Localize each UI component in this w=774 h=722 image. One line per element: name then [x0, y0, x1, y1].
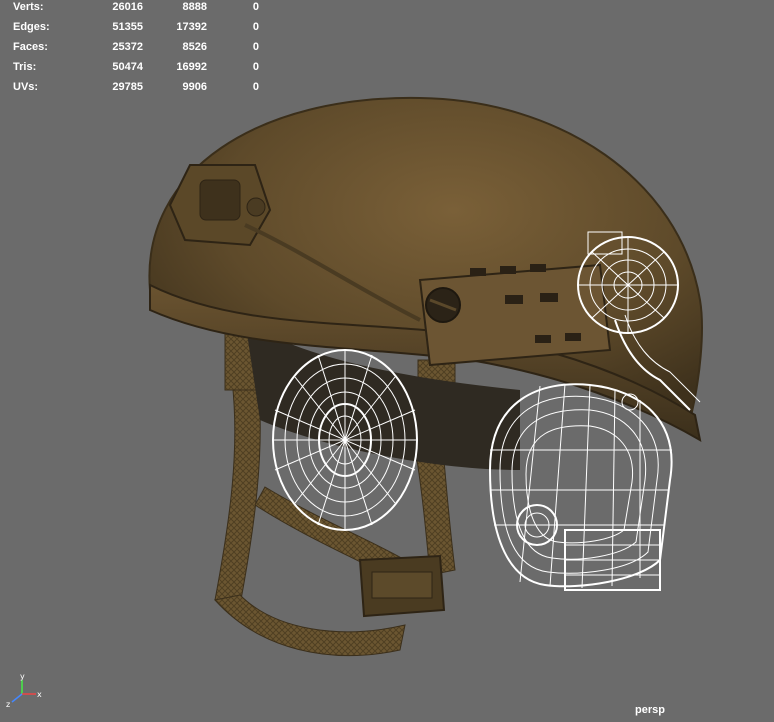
hud-value-components: 0	[252, 61, 259, 73]
hud-value-selected: 9906	[182, 81, 207, 93]
hud-label: UVs:	[13, 81, 39, 93]
axis-label-z: z	[6, 700, 10, 709]
left-ear-cup-wireframe	[272, 349, 418, 531]
hud-value-scene: 50474	[112, 61, 143, 73]
hud-value-selected: 8888	[182, 1, 207, 13]
hud-label: Tris:	[13, 61, 37, 73]
hud-value-scene: 51355	[112, 21, 143, 33]
hud-value-selected: 16992	[176, 61, 207, 73]
hud-value-components: 0	[252, 1, 259, 13]
hud-value-scene: 26016	[112, 1, 143, 13]
hud-value-selected: 17392	[176, 21, 207, 33]
helmet-model[interactable]	[0, 0, 774, 722]
view-axis-indicator: y x z	[6, 674, 42, 709]
hud-value-components: 0	[252, 21, 259, 33]
hud-label: Edges:	[13, 21, 50, 33]
hud-value-scene: 25372	[112, 41, 143, 53]
hud-label: Faces:	[13, 41, 48, 53]
hud-value-scene: 29785	[112, 81, 143, 93]
axis-label-x: x	[37, 690, 42, 699]
hud-value-components: 0	[252, 81, 259, 93]
hud-value-selected: 8526	[182, 41, 207, 53]
hud-value-components: 0	[252, 41, 259, 53]
camera-name-label: persp	[635, 704, 665, 716]
hud-label: Verts:	[13, 1, 44, 13]
axis-label-y: y	[20, 674, 25, 681]
maya-viewport-persp[interactable]: Verts: 26016 8888 0 Edges: 51355 17392 0…	[0, 0, 774, 722]
